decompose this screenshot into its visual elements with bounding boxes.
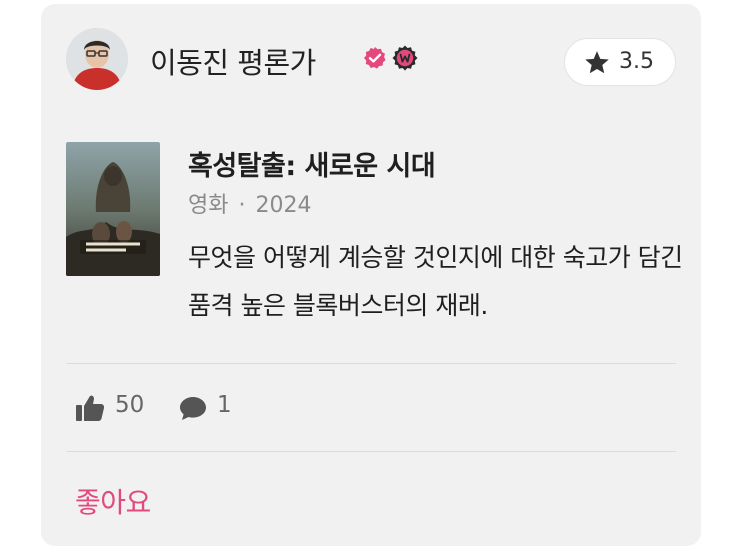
review-card: 이동진 평론가 3.5 혹성탈출: 새로운 시대 영화 · 2024 무엇을 어…: [41, 4, 701, 546]
rating-value: 3.5: [619, 49, 654, 74]
movie-meta: 영화 · 2024: [188, 187, 311, 219]
rating-badge: 3.5: [564, 38, 676, 86]
movie-title[interactable]: 혹성탈출: 새로운 시대: [188, 144, 436, 183]
meta-separator: ·: [238, 193, 246, 218]
star-icon: [583, 50, 611, 76]
like-button[interactable]: 좋아요: [75, 481, 151, 521]
divider: [66, 363, 676, 364]
movie-category: 영화: [188, 193, 229, 218]
movie-year: 2024: [255, 193, 312, 218]
author-avatar[interactable]: [66, 28, 128, 90]
movie-poster[interactable]: [66, 142, 160, 276]
like-count: 50: [115, 392, 145, 418]
verified-badge-icon: [363, 46, 387, 70]
author-name[interactable]: 이동진 평론가: [150, 40, 316, 82]
comment-count: 1: [217, 392, 232, 418]
watcha-badge-icon: [392, 45, 418, 71]
comment-bubble-icon: [179, 396, 207, 421]
divider: [66, 451, 676, 452]
review-header: 이동진 평론가 3.5: [66, 26, 676, 92]
thumbs-up-icon: [75, 394, 105, 422]
review-text[interactable]: 무엇을 어떻게 계승할 것인지에 대한 숙고가 담긴 품격 높은 블록버스터의 …: [188, 234, 688, 330]
